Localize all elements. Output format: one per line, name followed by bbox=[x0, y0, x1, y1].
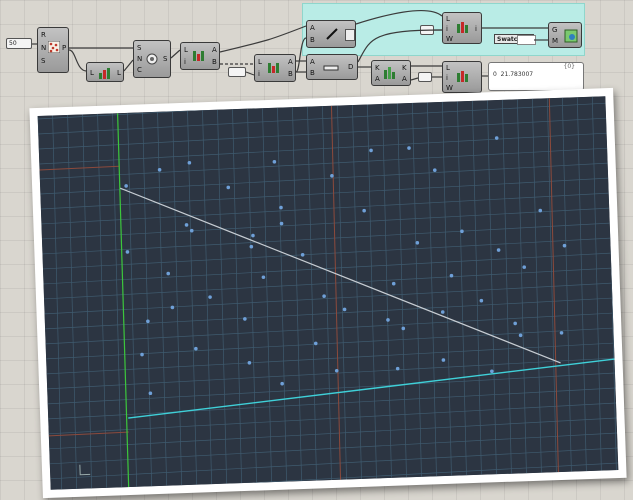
grid-line bbox=[47, 357, 615, 390]
grid-line bbox=[187, 110, 197, 485]
grid-line bbox=[127, 112, 137, 487]
point bbox=[513, 321, 517, 326]
point bbox=[280, 381, 284, 386]
grid-line bbox=[51, 477, 619, 490]
grid-line bbox=[49, 432, 618, 465]
grid-line bbox=[232, 109, 242, 484]
grid-line bbox=[50, 447, 618, 480]
point bbox=[313, 341, 318, 346]
grid-line bbox=[217, 109, 227, 484]
point bbox=[369, 148, 373, 153]
point bbox=[518, 333, 523, 338]
grid-line bbox=[49, 417, 617, 450]
viewport-canvas[interactable] bbox=[37, 96, 619, 490]
point bbox=[247, 360, 252, 365]
point bbox=[432, 168, 437, 172]
point bbox=[440, 310, 445, 314]
point bbox=[251, 233, 255, 238]
grid-line bbox=[561, 97, 572, 472]
grid-line bbox=[48, 402, 617, 435]
axis-gizmo-icon bbox=[79, 464, 91, 476]
major-grid-line bbox=[48, 431, 129, 437]
point bbox=[170, 305, 175, 310]
point bbox=[208, 295, 212, 299]
point bbox=[140, 352, 144, 357]
grid-line bbox=[546, 98, 557, 473]
grid-line bbox=[38, 102, 606, 135]
grid-line bbox=[45, 297, 613, 330]
grid-line bbox=[44, 267, 612, 300]
point bbox=[124, 184, 128, 188]
rhino-viewport[interactable] bbox=[37, 96, 619, 490]
point bbox=[187, 160, 192, 165]
grid-line bbox=[262, 108, 272, 483]
point bbox=[261, 275, 266, 280]
point bbox=[441, 358, 446, 362]
grid-line bbox=[502, 99, 512, 474]
grid-line bbox=[247, 108, 257, 483]
y-axis bbox=[116, 113, 130, 488]
point bbox=[194, 346, 198, 351]
point bbox=[496, 248, 501, 252]
point bbox=[522, 265, 527, 269]
grid-line bbox=[202, 110, 212, 485]
grid-line bbox=[47, 372, 615, 405]
wires bbox=[32, 9, 548, 81]
grid-line bbox=[472, 100, 482, 475]
grid-line bbox=[50, 462, 619, 490]
rhino-viewport-frame bbox=[29, 87, 627, 499]
point bbox=[166, 271, 171, 276]
point bbox=[249, 244, 254, 249]
point bbox=[407, 146, 411, 150]
grid-line bbox=[46, 327, 614, 360]
major-grid-line bbox=[548, 98, 559, 473]
major-grid-line bbox=[39, 165, 120, 171]
grid-line bbox=[172, 111, 182, 486]
grid-line bbox=[307, 106, 317, 481]
grid-line bbox=[97, 113, 108, 488]
grid-line bbox=[142, 112, 152, 487]
grid-line bbox=[427, 102, 437, 477]
point bbox=[479, 298, 484, 303]
farthest-points-line bbox=[119, 187, 561, 364]
point bbox=[559, 331, 564, 335]
point bbox=[386, 318, 390, 322]
point bbox=[226, 185, 231, 190]
point bbox=[391, 281, 396, 286]
grid-line bbox=[442, 101, 452, 476]
grid-line bbox=[44, 282, 612, 315]
point bbox=[322, 294, 326, 298]
point bbox=[157, 168, 162, 172]
grid-line bbox=[457, 101, 467, 476]
x-axis bbox=[128, 358, 615, 419]
point bbox=[342, 307, 347, 312]
point bbox=[490, 369, 494, 374]
grid-line bbox=[292, 107, 302, 482]
point bbox=[146, 319, 150, 324]
grid-line bbox=[517, 99, 527, 474]
point bbox=[243, 317, 247, 321]
grid-line bbox=[487, 100, 497, 475]
point bbox=[125, 250, 130, 254]
grid-line bbox=[531, 98, 542, 473]
point bbox=[300, 253, 305, 257]
grid-line bbox=[45, 312, 613, 345]
grid-line bbox=[43, 252, 611, 285]
point bbox=[272, 159, 277, 164]
point bbox=[184, 223, 189, 227]
point bbox=[362, 208, 366, 213]
grid-line bbox=[38, 117, 607, 150]
grid-line bbox=[277, 107, 287, 482]
point bbox=[401, 326, 406, 331]
grid-line bbox=[157, 111, 167, 486]
